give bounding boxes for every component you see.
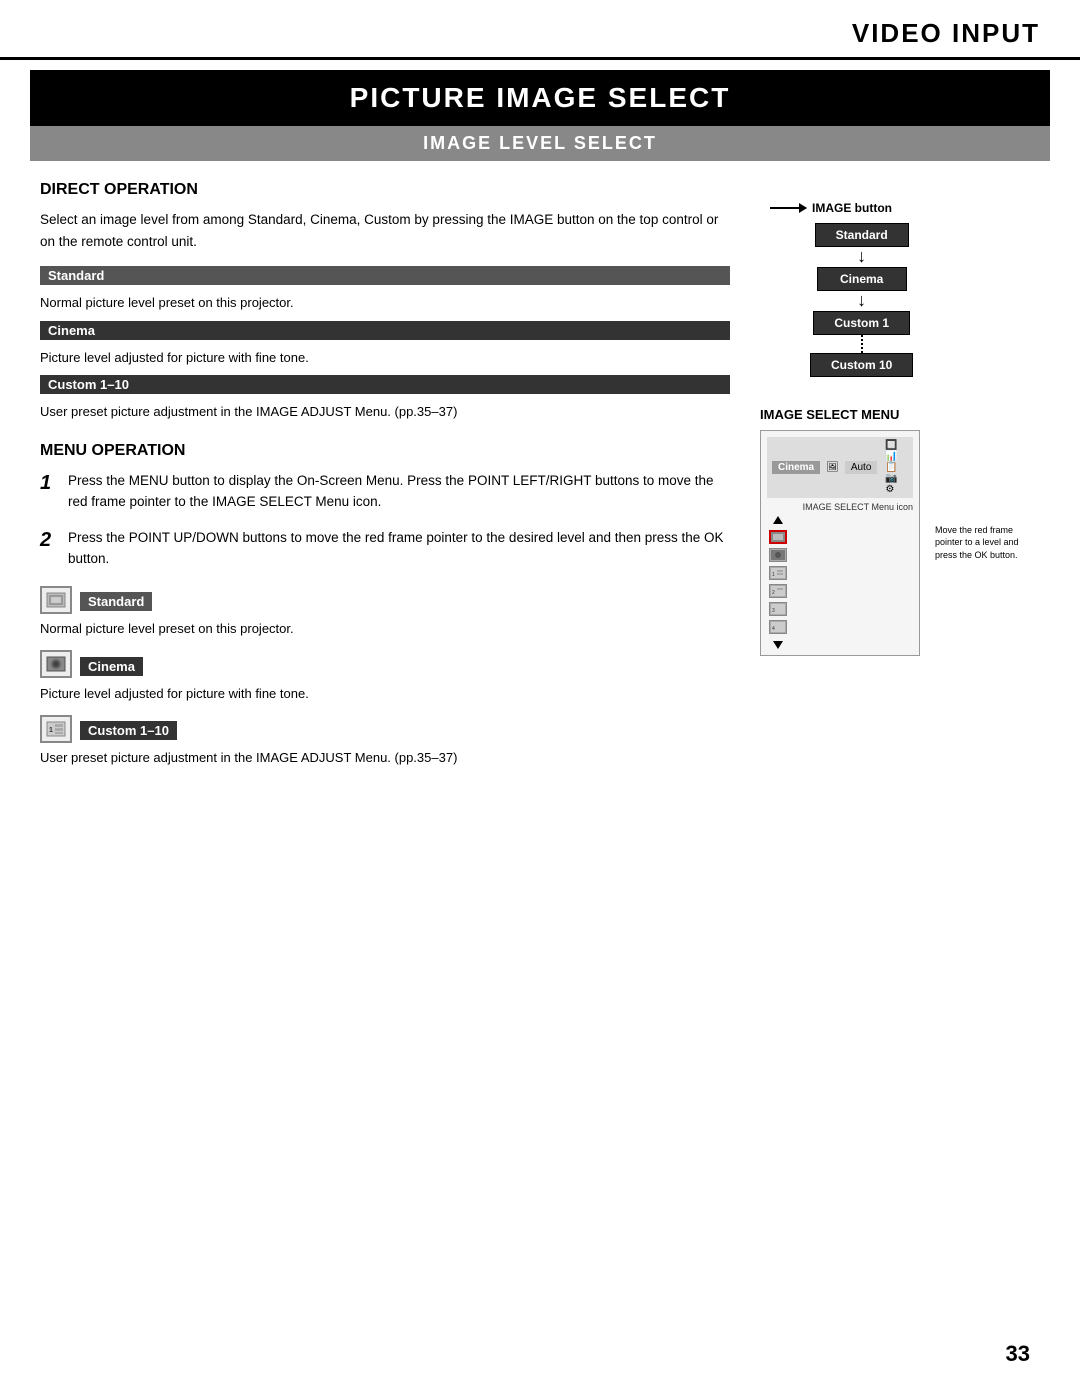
menu-item-icon-4: 2 — [769, 584, 787, 598]
diagram-boxes: Standard ↓ Cinema ↓ Custom 1 Custom 10 — [810, 223, 913, 377]
main-title-banner: PICTURE IMAGE SELECT — [30, 70, 1050, 126]
standard-desc: Normal picture level preset on this proj… — [40, 293, 730, 313]
diagram-standard-box: Standard — [815, 223, 909, 247]
page-header: VIDEO INPUT — [0, 0, 1080, 60]
custom-badge: Custom 1–10 — [40, 375, 730, 394]
standard-icon-box — [40, 586, 72, 614]
diagram-custom10-box: Custom 10 — [810, 353, 913, 377]
menu-tab-cinema: Cinema — [772, 461, 820, 474]
icon-cinema-row: Cinema — [40, 649, 730, 680]
cinema-badge: Cinema — [40, 321, 730, 340]
step-2: 2 Press the POINT UP/DOWN buttons to mov… — [40, 527, 730, 570]
menu-top-bar: Cinema 🖼 Auto 🔲 📊 📋 📷 ⚙ — [767, 437, 913, 498]
menu-operation-section: MENU OPERATION 1 Press the MENU button t… — [40, 442, 730, 768]
menu-cinema-badge: Cinema — [80, 657, 143, 676]
svg-text:1: 1 — [772, 572, 775, 578]
menu-arrows: 1 2 3 — [767, 516, 789, 649]
menu-standard-badge: Standard — [80, 592, 152, 611]
arrow-up-icon — [773, 516, 783, 524]
diagram-cinema-box: Cinema — [817, 267, 907, 291]
menu-section-label: IMAGE SELECT MENU — [760, 407, 1040, 422]
right-column: IMAGE button Standard ↓ Cinema ↓ Custom … — [760, 181, 1040, 772]
menu-cinema-desc: Picture level adjusted for picture with … — [40, 684, 730, 704]
image-button-diagram: IMAGE button Standard ↓ Cinema ↓ Custom … — [760, 191, 1040, 387]
menu-content: 1 2 3 — [767, 516, 913, 649]
icon-standard-row: Standard — [40, 584, 730, 615]
menu-item-5: 3 — [767, 601, 789, 617]
menu-item-2 — [767, 547, 789, 563]
annotation-area: Move the red frame pointer to a level an… — [930, 430, 1040, 656]
menu-custom-badge: Custom 1–10 — [80, 721, 177, 740]
menu-item-3: 1 — [767, 565, 789, 581]
menu-custom-desc: User preset picture adjustment in the IM… — [40, 748, 730, 768]
diagram-custom1-box: Custom 1 — [813, 311, 910, 335]
section-title-banner: IMAGE LEVEL SELECT — [30, 126, 1050, 161]
content-area: DIRECT OPERATION Select an image level f… — [0, 161, 1080, 792]
menu-item-icon-2 — [769, 548, 787, 562]
image-button-text: IMAGE button — [812, 201, 892, 215]
menu-item-6: 4 — [767, 619, 789, 635]
cinema-desc: Picture level adjusted for picture with … — [40, 348, 730, 368]
step-1: 1 Press the MENU button to display the O… — [40, 470, 730, 513]
menu-item-icon-3: 1 — [769, 566, 787, 580]
step-1-text: Press the MENU button to display the On-… — [68, 470, 730, 513]
main-title: PICTURE IMAGE SELECT — [50, 82, 1030, 114]
menu-annotation-wrap: Cinema 🖼 Auto 🔲 📊 📋 📷 ⚙ IMAGE SELECT Men… — [760, 430, 1040, 656]
menu-standard-desc: Normal picture level preset on this proj… — [40, 619, 730, 639]
standard-badge: Standard — [40, 266, 730, 285]
section-title: IMAGE LEVEL SELECT — [50, 133, 1030, 154]
direct-operation-intro: Select an image level from among Standar… — [40, 209, 730, 252]
direct-operation-section: DIRECT OPERATION Select an image level f… — [40, 181, 730, 422]
menu-tab-auto: Auto — [845, 461, 878, 474]
annotation-text: Move the red frame pointer to a level an… — [935, 524, 1040, 562]
svg-text:3: 3 — [772, 608, 775, 614]
menu-item-1 — [767, 529, 789, 545]
step-1-num: 1 — [40, 470, 58, 496]
diagram-dots — [861, 335, 863, 353]
svg-text:2: 2 — [772, 590, 775, 596]
cinema-icon-box — [40, 650, 72, 678]
video-input-title: VIDEO INPUT — [852, 18, 1040, 49]
direct-operation-heading: DIRECT OPERATION — [40, 181, 730, 199]
svg-text:4: 4 — [772, 626, 775, 632]
image-button-label: IMAGE button — [770, 201, 892, 215]
icon-custom-row: 1 Custom 1–10 — [40, 713, 730, 744]
image-select-menu-icon-label: IMAGE SELECT Menu icon — [767, 502, 913, 512]
diagram-arrow-2: ↓ — [857, 291, 866, 311]
menu-item-icon-1 — [769, 530, 787, 544]
arrow-down-icon — [773, 641, 783, 649]
image-select-menu-section: IMAGE SELECT MENU Cinema 🖼 Auto 🔲 📊 📋 📷 … — [760, 407, 1040, 656]
menu-screen-box: Cinema 🖼 Auto 🔲 📊 📋 📷 ⚙ IMAGE SELECT Men… — [760, 430, 920, 656]
menu-item-icon-5: 3 — [769, 602, 787, 616]
step-2-num: 2 — [40, 527, 58, 553]
left-column: DIRECT OPERATION Select an image level f… — [40, 181, 730, 772]
diagram-arrow-1: ↓ — [857, 247, 866, 267]
menu-operation-heading: MENU OPERATION — [40, 442, 730, 460]
menu-item-4: 2 — [767, 583, 789, 599]
svg-text:1: 1 — [49, 727, 53, 734]
menu-item-icon-6: 4 — [769, 620, 787, 634]
custom-icon-box: 1 — [40, 715, 72, 743]
step-2-text: Press the POINT UP/DOWN buttons to move … — [68, 527, 730, 570]
page-number: 33 — [1006, 1341, 1030, 1367]
custom-desc: User preset picture adjustment in the IM… — [40, 402, 730, 422]
